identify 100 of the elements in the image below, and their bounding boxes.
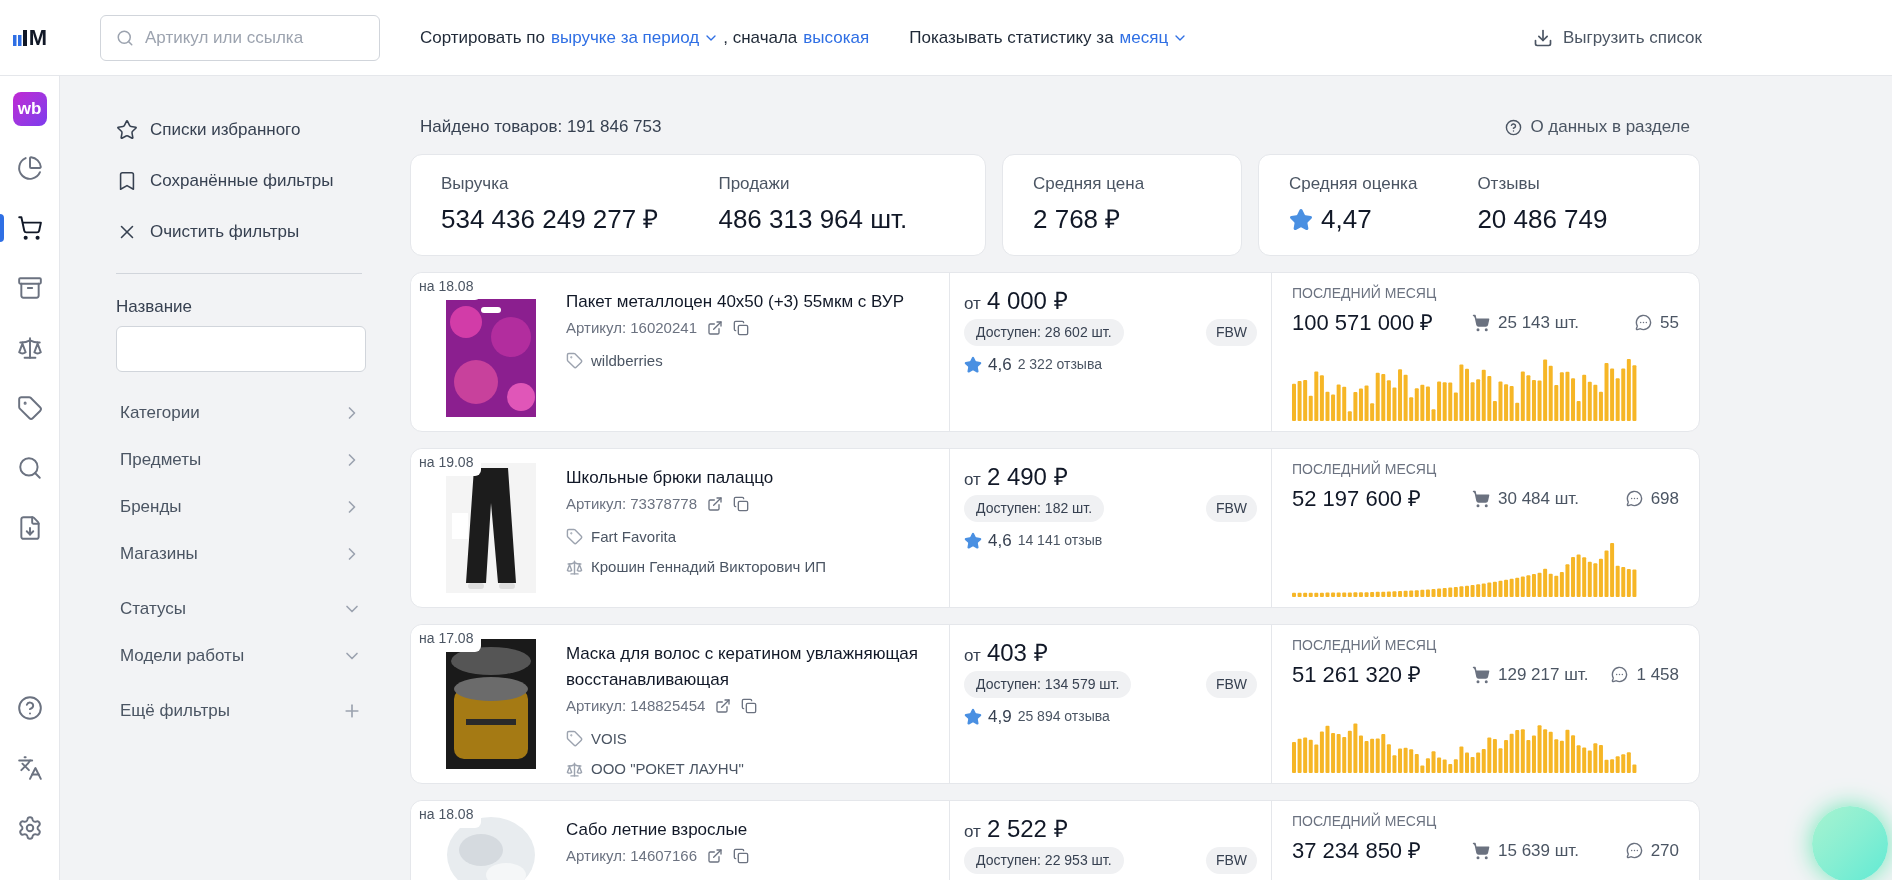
star-icon: [964, 531, 982, 550]
brand-link[interactable]: VOIS: [591, 727, 627, 750]
price: 403 ₽: [986, 638, 1048, 668]
export-button[interactable]: Выгрузить список: [1533, 24, 1702, 51]
external-link-icon[interactable]: [715, 698, 732, 715]
metric-label: Продажи: [718, 172, 791, 195]
tag-icon: [566, 730, 583, 748]
product-card[interactable]: [410, 624, 1700, 784]
external-link-icon[interactable]: [707, 320, 723, 337]
metric-value: 486 313 964 шт.: [718, 203, 908, 237]
sort-field-dropdown[interactable]: выручке за период: [550, 24, 720, 51]
external-link-icon[interactable]: [707, 848, 723, 865]
filter-group[interactable]: Бренды: [116, 483, 362, 531]
comment-icon: [1625, 842, 1643, 859]
period-dropdown[interactable]: месяц: [1119, 24, 1189, 51]
comment-count: 270: [1650, 839, 1679, 862]
name-input-field[interactable]: [116, 325, 366, 372]
cart-icon: [1472, 313, 1490, 332]
download-icon: [1533, 27, 1554, 48]
model-badge: FBW: [1205, 495, 1257, 522]
box-icon: [16, 275, 43, 301]
external-link-icon[interactable]: [707, 496, 723, 513]
copy-icon[interactable]: [733, 848, 749, 865]
field-label: Название: [116, 296, 193, 318]
comment-count: 55: [1660, 311, 1679, 334]
rating-value: 4,6: [988, 530, 1012, 552]
price: 2 490 ₽: [986, 462, 1068, 492]
scales-icon: [566, 760, 583, 778]
date-badge: на 18.08: [411, 801, 482, 828]
price: 4 000 ₽: [986, 286, 1068, 316]
scales-icon: [566, 558, 583, 576]
sort-label: Сортировать по: [420, 26, 545, 49]
price-prefix: от: [964, 469, 981, 491]
about-link[interactable]: О данных в разделе: [1505, 114, 1690, 140]
pie-chart-icon: [16, 155, 43, 181]
metric-value: 534 436 249 277 ₽: [441, 203, 659, 237]
cart-icon: [1472, 841, 1490, 860]
metric-value: 2 768 ₽: [1033, 203, 1121, 237]
copy-icon[interactable]: [741, 698, 758, 715]
filter-group[interactable]: Категории: [116, 389, 362, 437]
revenue-value: 37 234 850 ₽: [1292, 837, 1423, 865]
stock-badge: Доступен: 28 602 шт.: [964, 319, 1124, 346]
date-badge: на 17.08: [411, 625, 482, 652]
logo[interactable]: M: [12, 29, 48, 46]
help-icon: [1505, 118, 1523, 136]
rating-value: 4,9: [988, 706, 1012, 728]
translate-icon: [16, 755, 43, 781]
revenue-value: 100 571 000 ₽: [1292, 309, 1435, 337]
copy-icon[interactable]: [733, 320, 749, 337]
metric-label: Средняя цена: [1033, 172, 1145, 195]
help-icon: [16, 695, 43, 721]
sales-value: 25 143 шт.: [1498, 311, 1579, 334]
filter-group[interactable]: Предметы: [116, 436, 362, 484]
review-count: 14 141 отзыв: [1017, 531, 1103, 551]
filter-group[interactable]: Ещё фильтры: [116, 687, 362, 735]
sort-separator: , сначала: [723, 26, 798, 49]
stock-badge: Доступен: 182 шт.: [964, 495, 1105, 522]
metric-label: Средняя оценка: [1289, 172, 1418, 195]
product-card[interactable]: на 18.08 Пакет металлоцен 40x50 (+3) 55мкм с ВУР Артикул: 16020241 wildberries от 4 000 ₽ Доступен: 28 602 шт. FBW 4,6 2 322 отзыва ПОСЛЕДНИЙ МЕСЯЦ 100 571 000 ₽ 25 143 шт. 55: [410, 272, 1700, 432]
metric-label: Отзывы: [1477, 172, 1541, 195]
product-card[interactable]: на 18.08 Сабо летние взрослые Артикул: 14607166 от 2 522 ₽ Доступен: 22 953 шт. FBW ПОСЛЕДНИЙ МЕСЯЦ 37 234 850 ₽ 15 639 шт. 270: [410, 800, 1700, 880]
stock-badge: Доступен: 134 579 шт.: [964, 671, 1132, 698]
search-field[interactable]: Артикул или ссылка: [100, 14, 380, 61]
star-icon: [964, 355, 982, 374]
filter-action[interactable]: Списки избранного: [116, 104, 366, 155]
period-label: ПОСЛЕДНИЙ МЕСЯЦ: [1292, 459, 1438, 479]
star-icon: [964, 707, 982, 726]
sales-value: 15 639 шт.: [1498, 839, 1579, 862]
price-prefix: от: [964, 821, 981, 843]
tag-icon: [16, 395, 43, 421]
filter-action[interactable]: Очистить фильтры: [116, 206, 366, 257]
filter-group[interactable]: Модели работы: [116, 632, 362, 680]
article-number: Артикул: 16020241: [566, 318, 697, 338]
article-number: Артикул: 148825454: [566, 696, 706, 716]
revenue-value: 52 197 600 ₽: [1292, 485, 1423, 513]
revenue-value: 51 261 320 ₽: [1292, 661, 1423, 689]
filter-group[interactable]: Магазины: [116, 530, 362, 578]
copy-icon[interactable]: [733, 496, 749, 513]
rating-value: 4,6: [988, 354, 1012, 376]
brand-link[interactable]: Fart Favorita: [591, 525, 677, 548]
period-label: Показывать статистику за: [909, 26, 1114, 49]
search-icon: [16, 455, 43, 481]
seller-link[interactable]: Крошин Геннадий Викторович ИП: [591, 556, 827, 579]
cart-icon: [1472, 665, 1490, 684]
found-count: Найдено товаров: 191 846 753: [420, 116, 662, 139]
seller-link[interactable]: ООО "РОКЕТ ЛАУНЧ": [591, 758, 744, 781]
filter-action[interactable]: Сохранённые фильтры: [116, 155, 366, 206]
sort-order-link[interactable]: высокая: [803, 24, 870, 51]
article-number: Артикул: 73378778: [566, 494, 697, 514]
app-badge[interactable]: wb: [12, 92, 47, 126]
metric-value: 4,47: [1321, 203, 1372, 237]
model-badge: FBW: [1205, 847, 1257, 874]
stock-badge: Доступен: 22 953 шт.: [964, 847, 1124, 874]
filter-group[interactable]: Статусы: [116, 585, 362, 633]
product-card[interactable]: на 19.08 Школьные брюки палаццо Артикул: 73378778 Fart Favorita Крошин Геннадий Викторович ИП от 2 490 ₽ Доступен: 182 шт. FBW 4,6 14 141 отзыв ПОСЛЕДНИЙ МЕСЯЦ 52 197 600 ₽ 30 484 шт. 698: [410, 448, 1700, 608]
search-icon: [116, 28, 134, 47]
sales-value: 129 217 шт.: [1498, 663, 1589, 686]
metric-label: Выручка: [441, 172, 510, 195]
brand-link[interactable]: wildberries: [591, 349, 663, 372]
period-label: ПОСЛЕДНИЙ МЕСЯЦ: [1292, 283, 1438, 303]
